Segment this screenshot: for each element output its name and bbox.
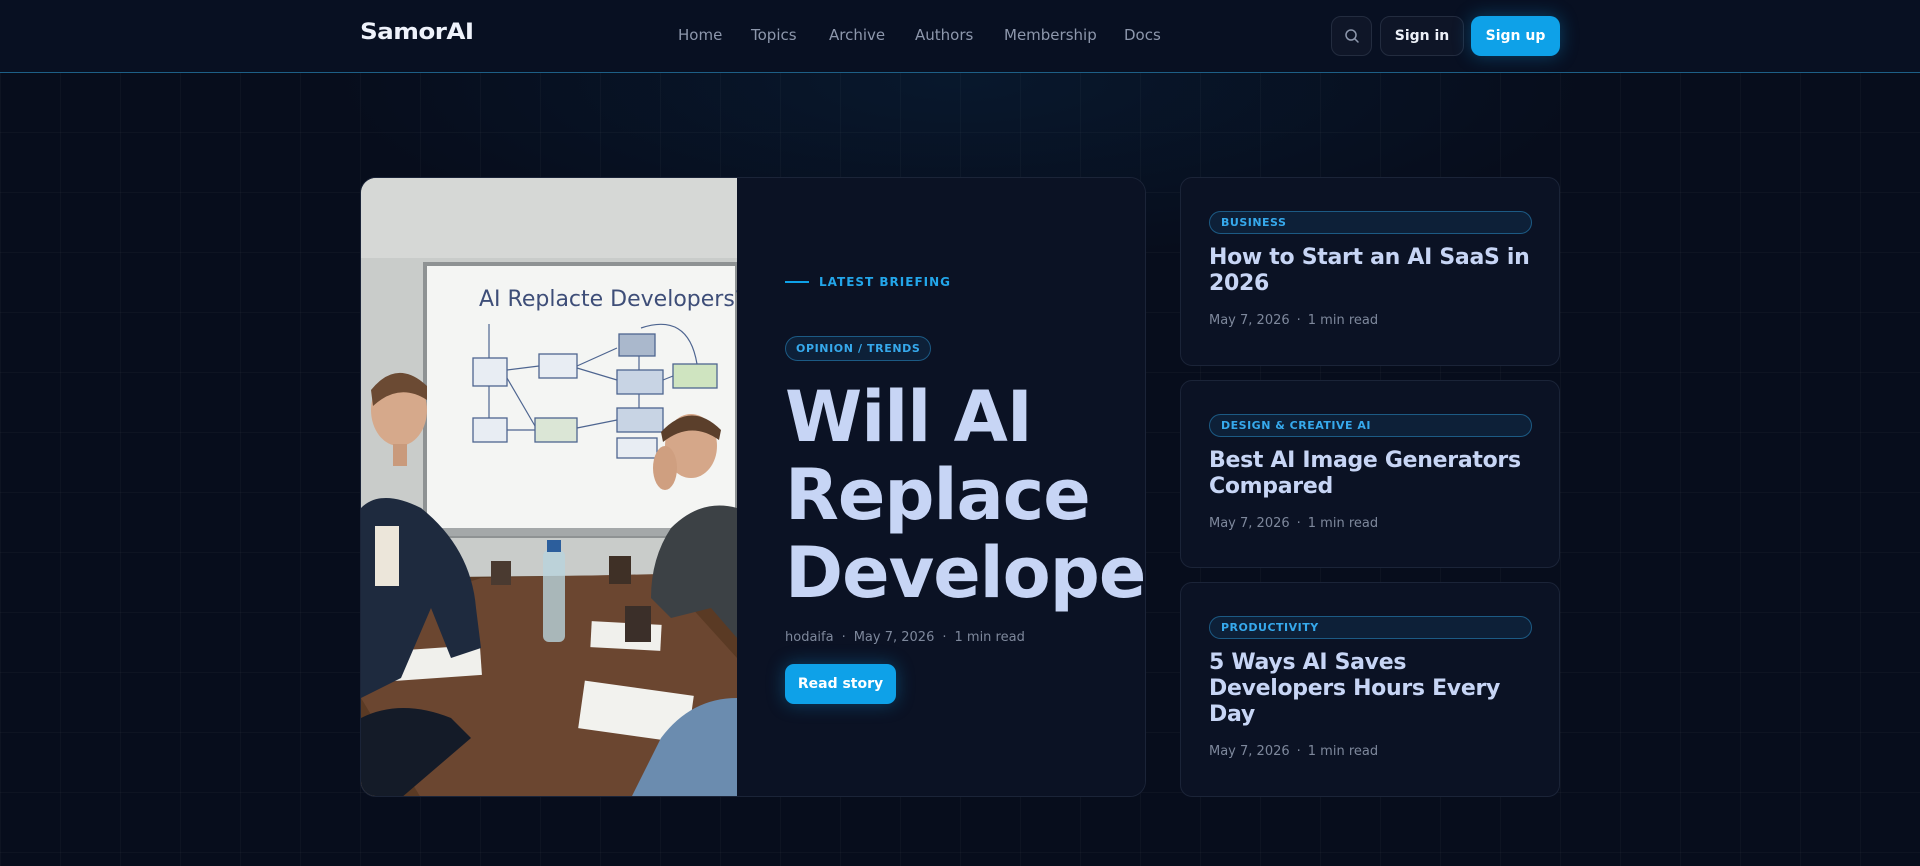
article-meta: May 7, 2026 · 1 min read [1209, 516, 1378, 531]
eyebrow-text: LATEST BRIEFING [819, 275, 951, 289]
article-meta: May 7, 2026 · 1 min read [1209, 744, 1378, 759]
article-meta: May 7, 2026 · 1 min read [1209, 313, 1378, 328]
article-category-tag[interactable]: PRODUCTIVITY [1209, 616, 1532, 639]
side-article-card[interactable]: PRODUCTIVITY 5 Ways AI Saves Developers … [1180, 582, 1560, 797]
article-title[interactable]: How to Start an AI SaaS in 2026 [1209, 245, 1539, 297]
read-time: 1 min read [1307, 313, 1379, 328]
meta-separator: · [1296, 516, 1301, 531]
read-time: 1 min read [1307, 744, 1379, 759]
read-story-button[interactable]: Read story [785, 664, 896, 704]
nav-home[interactable]: Home [678, 26, 722, 44]
featured-article-card[interactable]: AI Replacte Developers? LATEST BRIEFING … [360, 177, 1146, 797]
meta-separator: · [1296, 744, 1301, 759]
eyebrow-divider [785, 281, 809, 283]
search-button[interactable] [1331, 16, 1372, 56]
publish-date: May 7, 2026 [1209, 744, 1290, 759]
latest-briefing-label: LATEST BRIEFING [785, 275, 951, 289]
author-name[interactable]: hodaifa [785, 630, 834, 645]
publish-date: May 7, 2026 [1209, 516, 1290, 531]
side-article-card[interactable]: DESIGN & CREATIVE AI Best AI Image Gener… [1180, 380, 1560, 568]
featured-headline[interactable]: Will AI Replace Developers? [785, 378, 1145, 612]
article-category-tag[interactable]: DESIGN & CREATIVE AI [1209, 414, 1532, 437]
nav-topics[interactable]: Topics [751, 26, 797, 44]
sign-up-button[interactable]: Sign up [1471, 16, 1560, 56]
meta-separator: · [841, 630, 846, 645]
nav-docs[interactable]: Docs [1124, 26, 1161, 44]
featured-category-tag[interactable]: OPINION / TRENDS [785, 336, 932, 361]
featured-image[interactable]: AI Replacte Developers? [361, 178, 737, 796]
nav-authors[interactable]: Authors [915, 26, 973, 44]
meta-separator: · [942, 630, 947, 645]
search-icon [1344, 29, 1359, 43]
article-title[interactable]: 5 Ways AI Saves Developers Hours Every D… [1209, 650, 1539, 728]
read-time: 1 min read [954, 630, 1025, 645]
article-category-tag[interactable]: BUSINESS [1209, 211, 1532, 234]
read-time: 1 min read [1307, 516, 1379, 531]
meta-separator: · [1296, 313, 1301, 328]
nav-archive[interactable]: Archive [829, 26, 885, 44]
side-article-card[interactable]: BUSINESS How to Start an AI SaaS in 2026… [1180, 177, 1560, 366]
sign-in-button[interactable]: Sign in [1380, 16, 1464, 56]
whiteboard-caption: AI Replacte Developers? [479, 287, 737, 312]
featured-content: LATEST BRIEFING OPINION / TRENDS Will AI… [737, 178, 1145, 796]
featured-meta: hodaifa · May 7, 2026 · 1 min read [785, 630, 1025, 645]
main-nav: Home Topics Archive Authors Membership D… [0, 26, 1920, 46]
publish-date: May 7, 2026 [1209, 313, 1290, 328]
publish-date: May 7, 2026 [853, 630, 935, 645]
nav-membership[interactable]: Membership [1004, 26, 1097, 44]
site-header: SamorAI Home Topics Archive Authors Memb… [0, 0, 1920, 73]
article-title[interactable]: Best AI Image Generators Compared [1209, 448, 1539, 500]
meeting-illustration: AI Replacte Developers? [361, 178, 737, 796]
